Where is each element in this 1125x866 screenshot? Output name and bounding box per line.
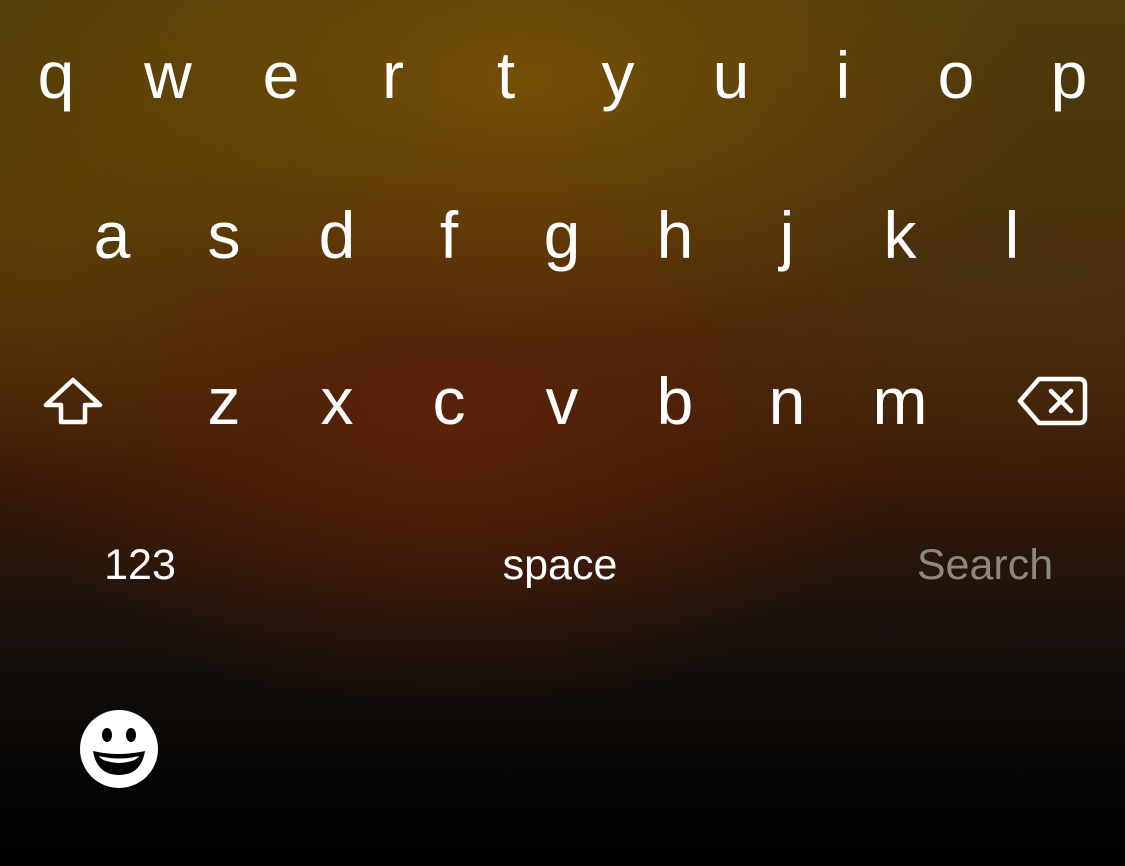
key-label: h xyxy=(656,198,694,272)
key-label: k xyxy=(883,198,917,272)
key-label: x xyxy=(320,364,354,438)
shift-arrow-icon xyxy=(41,376,105,426)
key-u[interactable]: u xyxy=(681,10,781,140)
key-label: d xyxy=(318,198,356,272)
key-s[interactable]: s xyxy=(174,170,274,300)
numbers-key[interactable]: 123 xyxy=(60,505,220,625)
key-label: u xyxy=(712,38,750,112)
key-x[interactable]: x xyxy=(287,336,387,466)
key-y[interactable]: y xyxy=(568,10,668,140)
key-label: o xyxy=(937,38,975,112)
key-l[interactable]: l xyxy=(962,170,1062,300)
key-c[interactable]: c xyxy=(399,336,499,466)
key-j[interactable]: j xyxy=(737,170,837,300)
key-label: r xyxy=(382,38,404,112)
key-label: n xyxy=(768,364,806,438)
key-label: f xyxy=(439,198,459,272)
key-label: i xyxy=(835,38,851,112)
key-label: c xyxy=(432,364,466,438)
keyboard-row-3: z x c v b n m xyxy=(0,336,1125,466)
key-k[interactable]: k xyxy=(850,170,950,300)
shift-key[interactable] xyxy=(18,336,128,466)
key-m[interactable]: m xyxy=(850,336,950,466)
key-n[interactable]: n xyxy=(737,336,837,466)
key-label: w xyxy=(144,38,192,112)
key-label: s xyxy=(207,198,241,272)
key-label: z xyxy=(207,364,241,438)
key-h[interactable]: h xyxy=(625,170,725,300)
keyboard-row-2: a s d f g h j k l xyxy=(0,170,1125,300)
key-e[interactable]: e xyxy=(231,10,331,140)
keyboard: q w e r t y u i o p a s d f g h j k l z … xyxy=(0,0,1125,866)
space-key[interactable]: space xyxy=(330,505,790,625)
key-label: v xyxy=(545,364,579,438)
numbers-key-label: 123 xyxy=(104,540,176,589)
key-label: m xyxy=(872,364,928,438)
key-label: l xyxy=(1004,198,1020,272)
key-p[interactable]: p xyxy=(1019,10,1119,140)
key-label: b xyxy=(656,364,694,438)
key-label: a xyxy=(93,198,131,272)
search-key[interactable]: Search xyxy=(880,505,1090,625)
keyboard-bottom-row: 123 space Search xyxy=(0,505,1125,625)
key-i[interactable]: i xyxy=(793,10,893,140)
search-key-label: Search xyxy=(916,540,1054,589)
key-z[interactable]: z xyxy=(174,336,274,466)
key-label: t xyxy=(496,38,516,112)
key-d[interactable]: d xyxy=(287,170,387,300)
key-label: y xyxy=(601,38,635,112)
key-g[interactable]: g xyxy=(512,170,612,300)
emoji-key[interactable] xyxy=(60,690,178,808)
key-label: e xyxy=(262,38,300,112)
key-w[interactable]: w xyxy=(118,10,218,140)
key-label: q xyxy=(37,38,75,112)
key-f[interactable]: f xyxy=(399,170,499,300)
key-a[interactable]: a xyxy=(62,170,162,300)
key-label: j xyxy=(779,198,795,272)
key-label: p xyxy=(1050,38,1088,112)
key-v[interactable]: v xyxy=(512,336,612,466)
keyboard-row-1: q w e r t y u i o p xyxy=(0,10,1125,140)
key-t[interactable]: t xyxy=(456,10,556,140)
space-key-label: space xyxy=(502,540,618,589)
emoji-smiley-icon xyxy=(79,709,159,789)
key-q[interactable]: q xyxy=(6,10,106,140)
backspace-icon xyxy=(1017,375,1089,427)
key-b[interactable]: b xyxy=(625,336,725,466)
key-label: g xyxy=(543,198,581,272)
key-o[interactable]: o xyxy=(906,10,1006,140)
key-r[interactable]: r xyxy=(343,10,443,140)
delete-key[interactable] xyxy=(993,336,1113,466)
